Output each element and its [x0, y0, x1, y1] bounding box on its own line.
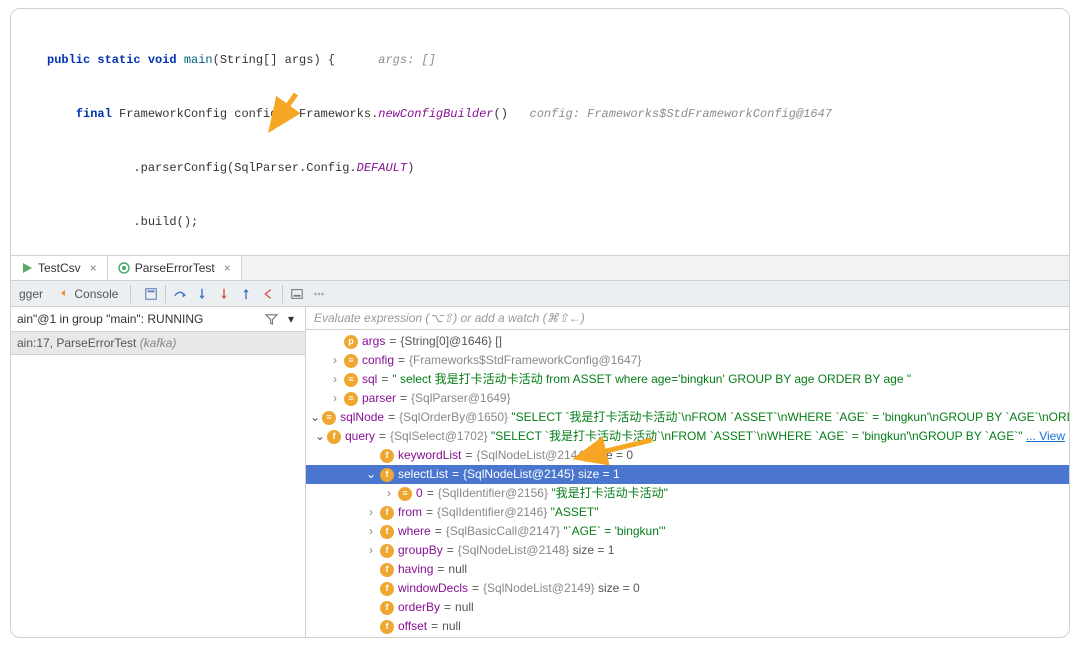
close-icon[interactable]: × — [90, 261, 97, 275]
tab-debugger[interactable]: gger — [15, 287, 47, 301]
field-icon: f — [380, 468, 394, 482]
force-step-into-icon[interactable] — [216, 286, 232, 302]
tab-testcsv[interactable]: TestCsv × — [11, 256, 108, 280]
expand-icon[interactable]: › — [328, 352, 342, 369]
frames-panel: ain"@1 in group "main": RUNNING ▾ ain:17… — [11, 307, 306, 637]
chevron-down-icon[interactable]: ▾ — [283, 311, 299, 327]
inline-hint: config: Frameworks$StdFrameworkConfig@16… — [508, 107, 832, 121]
show-execution-icon[interactable] — [143, 286, 159, 302]
field-icon: f — [380, 525, 394, 539]
var-sql[interactable]: › ≡ sql = " select 我是打卡活动卡活动 from ASSET … — [306, 370, 1069, 389]
watch-input[interactable]: Evaluate expression (⌥⇧) or add a watch … — [306, 307, 1069, 330]
var-where[interactable]: › f where = {SqlBasicCall@2147} "`AGE` =… — [306, 522, 1069, 541]
var-sqlnode[interactable]: ⌄ ≡ sqlNode = {SqlOrderBy@1650} "SELECT … — [306, 408, 1069, 427]
debug-subtabs: gger Console — [11, 281, 1069, 307]
field-icon: f — [380, 544, 394, 558]
expand-icon[interactable]: › — [328, 371, 342, 388]
var-query[interactable]: ⌄ f query = {SqlSelect@1702} "SELECT `我是… — [306, 427, 1069, 446]
step-into-icon[interactable] — [194, 286, 210, 302]
var-groupby[interactable]: › f groupBy = {SqlNodeList@2148} size = … — [306, 541, 1069, 560]
inline-hint: args: [] — [357, 53, 436, 67]
expand-icon[interactable]: › — [364, 542, 378, 559]
expand-icon[interactable]: › — [364, 504, 378, 521]
view-link[interactable]: ... View — [1026, 429, 1065, 443]
step-over-icon[interactable] — [172, 286, 188, 302]
tab-label: ParseErrorTest — [135, 261, 215, 275]
var-selectlist[interactable]: ⌄ f selectList = {SqlNodeList@2145} size… — [306, 465, 1069, 484]
local-icon: ≡ — [344, 392, 358, 406]
console-icon — [59, 287, 71, 299]
tab-label: TestCsv — [38, 261, 81, 275]
tool-tabs: TestCsv × ParseErrorTest × — [11, 255, 1069, 281]
collapse-icon[interactable]: ⌄ — [310, 409, 320, 426]
evaluate-icon[interactable] — [289, 286, 305, 302]
var-parser[interactable]: › ≡ parser = {SqlParser@1649} — [306, 389, 1069, 408]
var-orderby[interactable]: f orderBy = null — [306, 598, 1069, 617]
tab-parseerror[interactable]: ParseErrorTest × — [108, 256, 242, 280]
local-icon: ≡ — [322, 411, 336, 425]
local-icon: ≡ — [344, 373, 358, 387]
stack-frame[interactable]: ain:17, ParseErrorTest (kafka) — [11, 332, 305, 355]
variables-panel: Evaluate expression (⌥⇧) or add a watch … — [306, 307, 1069, 637]
tab-console[interactable]: Console — [55, 287, 122, 301]
var-windowdecls[interactable]: f windowDecls = {SqlNodeList@2149} size … — [306, 579, 1069, 598]
param-icon: p — [344, 335, 358, 349]
debug-icon — [118, 262, 130, 274]
code-line: .build(); — [37, 213, 1069, 231]
local-icon: ≡ — [344, 354, 358, 368]
step-out-icon[interactable] — [238, 286, 254, 302]
var-keywordlist[interactable]: f keywordList = {SqlNodeList@2144} size … — [306, 446, 1069, 465]
var-fetch[interactable]: f fetch = null — [306, 636, 1069, 637]
field-icon: f — [380, 563, 394, 577]
field-icon: f — [380, 449, 394, 463]
code-editor[interactable]: public static void main(String[] args) {… — [11, 9, 1069, 255]
collapse-icon[interactable]: ⌄ — [315, 428, 325, 445]
expand-icon[interactable]: › — [364, 523, 378, 540]
collapse-icon[interactable]: ⌄ — [364, 466, 378, 483]
var-offset[interactable]: f offset = null — [306, 617, 1069, 636]
filter-icon[interactable] — [263, 311, 279, 327]
trace-icon[interactable] — [311, 286, 327, 302]
field-icon: f — [380, 582, 394, 596]
var-having[interactable]: f having = null — [306, 560, 1069, 579]
expand-icon[interactable]: › — [328, 390, 342, 407]
drop-frame-icon[interactable] — [260, 286, 276, 302]
field-icon: f — [380, 601, 394, 615]
field-icon: f — [380, 506, 394, 520]
var-args[interactable]: p args = {String[0]@1646} [] — [306, 332, 1069, 351]
field-icon: f — [380, 620, 394, 634]
var-from[interactable]: › f from = {SqlIdentifier@2146} "ASSET" — [306, 503, 1069, 522]
close-icon[interactable]: × — [224, 261, 231, 275]
expand-icon[interactable]: › — [382, 485, 396, 502]
index-icon: ≡ — [398, 487, 412, 501]
field-icon: f — [327, 430, 341, 444]
run-icon — [21, 262, 33, 274]
thread-status: ain"@1 in group "main": RUNNING — [17, 312, 203, 326]
var-selectlist-0[interactable]: › ≡ 0 = {SqlIdentifier@2156} "我是打卡活动卡活动" — [306, 484, 1069, 503]
var-config[interactable]: › ≡ config = {Frameworks$StdFrameworkCon… — [306, 351, 1069, 370]
